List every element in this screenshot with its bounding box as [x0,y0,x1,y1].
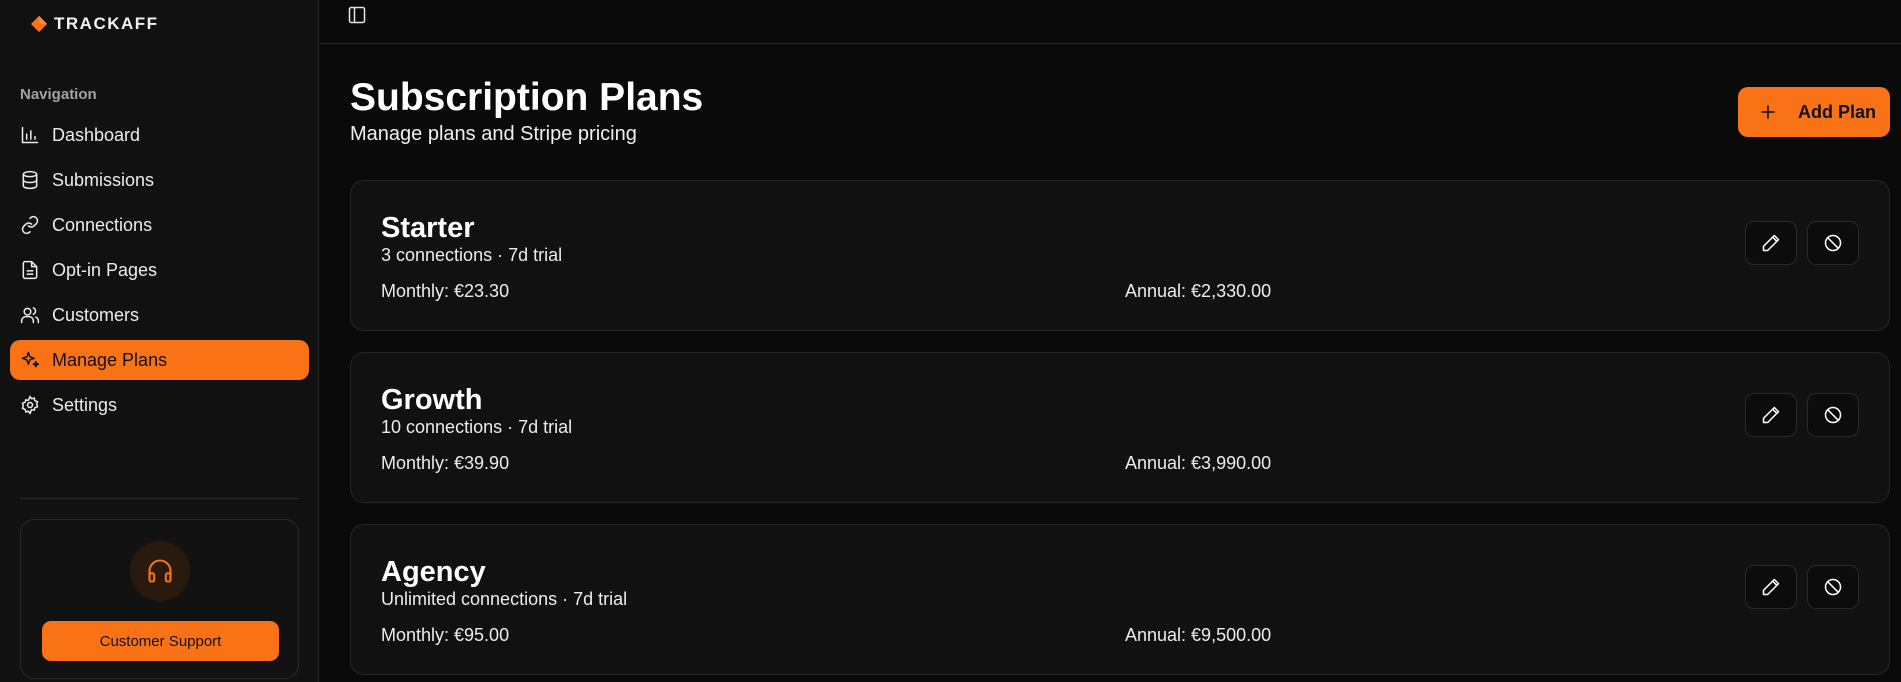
plan-annual-price: Annual: €3,990.00 [1125,453,1272,473]
panel-left-icon [348,6,366,24]
plan-meta: 3 connections · 7d trial [381,245,563,265]
edit-plan-button[interactable] [1745,565,1797,609]
plan-name: Starter [381,212,475,244]
ban-icon [1824,406,1842,424]
pencil-icon [1762,578,1780,596]
pencil-icon [1762,406,1780,424]
disable-plan-button[interactable] [1807,221,1859,265]
plan-name: Growth [381,384,483,416]
sidebar-divider [20,498,299,499]
plan-meta: 10 connections · 7d trial [381,417,573,437]
sidebar-item-label: Opt-in Pages [52,259,158,280]
ban-icon [1824,578,1842,596]
users-icon [20,307,40,324]
bar-chart-icon [21,126,39,144]
gear-icon [21,395,39,415]
plan-monthly-price: Monthly: €95.00 [381,625,510,645]
sidebar-item-label: Manage Plans [52,349,168,370]
plan-card-growth: Growth 10 connections · 7d trial Monthly… [350,352,1890,503]
page-subtitle: Manage plans and Stripe pricing [350,123,637,145]
sidebar-item-submissions[interactable]: Submissions [10,160,309,200]
sidebar-item-manage-plans[interactable]: Manage Plans [10,340,309,380]
customer-support-button[interactable]: Customer Support [42,621,279,661]
topbar [320,0,1901,44]
sidebar-item-opt-in-pages[interactable]: Opt-in Pages [10,250,309,290]
add-plan-button[interactable]: Add Plan [1738,87,1890,137]
disable-plan-button[interactable] [1807,565,1859,609]
plan-card-agency: Agency Unlimited connections · 7d trial … [350,524,1890,675]
plan-monthly-price: Monthly: €39.90 [381,453,510,473]
plan-card-starter: Starter 3 connections · 7d trial Monthly… [350,180,1890,331]
sidebar-toggle-button[interactable] [346,4,368,26]
pencil-icon [1762,234,1780,252]
sidebar-item-customers[interactable]: Customers [10,295,309,335]
support-card: Customer Support [20,519,299,679]
plan-monthly-price: Monthly: €23.30 [381,281,510,301]
sidebar-item-label: Dashboard [52,124,141,145]
disable-plan-button[interactable] [1807,393,1859,437]
plan-meta: Unlimited connections · 7d trial [381,589,628,609]
sidebar-item-label: Settings [52,394,118,415]
sidebar-item-label: Submissions [52,169,155,190]
edit-plan-button[interactable] [1745,221,1797,265]
page-title: Subscription Plans [350,76,704,119]
sidebar-item-dashboard[interactable]: Dashboard [10,115,309,155]
sidebar-item-connections[interactable]: Connections [10,205,309,245]
headphones-icon [148,559,172,583]
nav-heading: Navigation [20,86,97,103]
file-text-icon [22,260,38,280]
sidebar-nav: Dashboard Submissions Connections Opt-in… [10,115,309,430]
sparkles-icon [21,351,40,368]
plan-annual-price: Annual: €2,330.00 [1125,281,1272,301]
brand-logo[interactable]: TRACKAFF [30,14,159,34]
edit-plan-button[interactable] [1745,393,1797,437]
logo-diamond-icon [30,15,48,33]
plus-icon [1761,105,1775,119]
plan-name: Agency [381,556,486,588]
sidebar-item-label: Connections [52,214,153,235]
ban-icon [1824,234,1842,252]
plan-annual-price: Annual: €9,500.00 [1125,625,1272,645]
brand-name: TRACKAFF [54,14,159,33]
database-icon [22,170,38,190]
sidebar-item-settings[interactable]: Settings [10,385,309,425]
add-plan-label: Add Plan [1798,101,1877,122]
sidebar: TRACKAFF Navigation Dashboard Submission… [0,0,319,682]
link-icon [21,215,39,235]
support-avatar [130,541,190,601]
sidebar-item-label: Customers [52,304,140,325]
